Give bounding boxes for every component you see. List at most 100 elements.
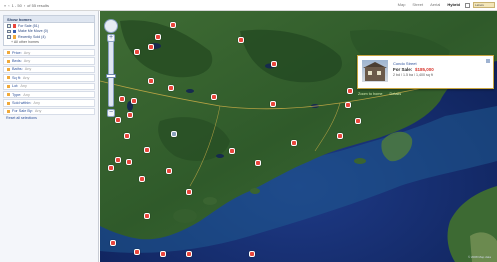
expand-icon [7,84,10,88]
home-marker[interactable] [238,37,244,43]
filter-value: Any [20,84,27,89]
home-marker[interactable] [355,118,361,124]
details-link[interactable]: Details [389,92,401,96]
filter-label: Beds: [12,59,22,64]
zoom-to-home-link[interactable]: Zoom to home [358,92,382,96]
home-marker[interactable] [134,249,140,255]
home-marker[interactable] [291,140,297,146]
house-icon [365,67,385,81]
expand-icon [7,109,10,113]
property-photo[interactable] [362,60,388,82]
home-marker[interactable] [134,49,140,55]
home-marker[interactable] [119,96,125,102]
filter-sqft[interactable]: Sq ft: Any [3,74,95,82]
reset-selections-link[interactable]: Reset all selections [3,116,95,120]
home-marker[interactable] [124,133,130,139]
map-type-aerial-button[interactable]: Aerial [428,2,442,8]
expand-icon [7,51,10,55]
home-marker[interactable] [166,168,172,174]
zoom-slider-track[interactable] [108,37,114,107]
first-page-button[interactable]: « [4,3,6,8]
filter-label: Baths: [12,67,23,72]
filter-for-sale-by[interactable]: For Sale By: Any [3,107,95,116]
page-range: 1 - 50 [11,3,22,8]
filter-value: Any [23,50,31,55]
home-marker[interactable] [127,112,133,118]
home-marker[interactable] [115,157,121,163]
filter-label: For Sale By: [12,109,33,114]
next-page-button[interactable]: › [24,3,25,8]
zoom-in-button[interactable]: + [107,34,115,42]
home-marker[interactable] [186,189,192,195]
property-price: $185,000 [415,67,434,72]
home-marker[interactable] [139,176,145,182]
prev-page-button[interactable]: ‹ [8,3,9,8]
filter-label: Type: [12,92,22,97]
close-icon[interactable] [486,59,490,63]
filter-type[interactable]: Type: Any [3,90,95,99]
expand-icon [7,76,10,80]
filter-sidebar: Show homes For Sale (51) Make Me Move (0… [0,11,99,262]
filter-value: Any [22,75,30,80]
pan-control-icon[interactable] [104,19,118,33]
home-marker[interactable] [126,159,132,165]
home-marker[interactable] [168,85,174,91]
filter-sold-within[interactable]: Sold within: Any [3,99,95,107]
home-marker[interactable] [249,251,255,257]
property-status: For Sale: [393,67,413,72]
zoom-slider-thumb[interactable] [106,74,116,78]
zoom-out-button[interactable]: − [107,109,115,117]
property-title[interactable]: Condo Street [393,61,417,66]
make-me-move-swatch-icon [12,29,16,33]
window-icon [368,71,372,75]
filter-baths[interactable]: Baths: Any [3,65,95,74]
home-marker[interactable] [186,251,192,257]
map-type-street-button[interactable]: Street [410,2,425,8]
top-toolbar: « ‹ 1 - 50 › of 55 results Map Street Ae… [0,0,497,11]
filter-value: Any [23,59,31,64]
home-marker[interactable] [115,117,121,123]
home-marker[interactable] [148,78,154,84]
expand-icon [7,59,10,63]
filter-lot[interactable]: Lot: Any [3,82,95,90]
filter-price[interactable]: Price: Any [3,49,95,57]
home-marker[interactable] [148,44,154,50]
satellite-map[interactable] [100,11,497,262]
all-other-homes-link[interactable]: + All other homes [4,40,94,46]
selected-home-marker[interactable] [171,131,177,137]
checkbox-icon[interactable] [7,35,11,39]
map-type-switcher: Map Street Aerial Hybrid Labels [396,2,495,8]
map-copyright: © 2008 Map data [467,255,491,259]
legend-label: For Sale (51) [18,23,39,28]
checkbox-icon[interactable] [7,29,11,33]
home-marker[interactable] [347,88,353,94]
home-marker[interactable] [229,148,235,154]
zoom-control: + − [104,19,118,119]
legend-label: Recently Sold (4) [18,34,46,39]
map-type-map-button[interactable]: Map [396,2,408,8]
labels-toggle[interactable]: Labels [473,2,495,8]
home-marker[interactable] [131,98,137,104]
labels-checkbox[interactable] [465,2,470,8]
home-marker[interactable] [345,102,351,108]
home-marker[interactable] [211,94,217,100]
home-marker[interactable] [255,160,261,166]
home-marker[interactable] [110,240,116,246]
home-marker[interactable] [144,147,150,153]
home-marker[interactable] [108,165,114,171]
property-info-window[interactable]: Condo Street For Sale: $185,000 2 bd / 1… [357,55,494,89]
home-marker[interactable] [270,101,276,107]
filter-value: Any [34,109,42,114]
home-marker[interactable] [271,61,277,67]
filter-label: Sold within: [12,101,32,106]
info-window-links: Zoom to home Details [358,92,401,96]
filter-value: Any [23,92,30,97]
map-type-hybrid-button[interactable]: Hybrid [445,2,462,8]
home-marker[interactable] [155,34,161,40]
home-marker[interactable] [170,22,176,28]
checkbox-icon[interactable] [7,24,11,28]
home-marker[interactable] [337,133,343,139]
filter-beds[interactable]: Beds: Any [3,57,95,65]
home-marker[interactable] [144,213,150,219]
home-marker[interactable] [160,251,166,257]
